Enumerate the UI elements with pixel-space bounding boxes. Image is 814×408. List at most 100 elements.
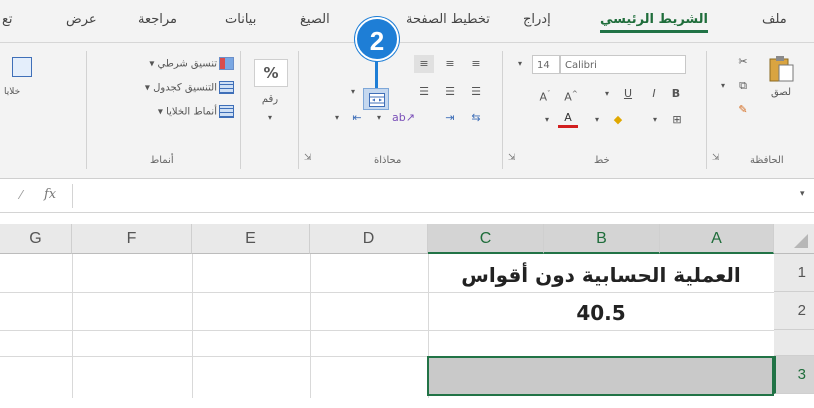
tab-formulas[interactable]: الصيغ <box>300 12 330 27</box>
expand-formula-bar-icon[interactable]: ▾ <box>800 189 805 199</box>
copy-dropdown-icon[interactable]: ▾ <box>716 77 730 95</box>
tab-review[interactable]: مراجعة <box>138 12 177 27</box>
formula-bar: ⁄ fx ▾ <box>0 180 814 213</box>
tab-insert[interactable]: إدراج <box>523 12 551 27</box>
gridline <box>192 254 193 408</box>
font-launcher-icon[interactable]: ⇲ <box>508 153 516 163</box>
tab-file[interactable]: ملف <box>762 12 787 27</box>
column-header-c[interactable]: C <box>428 224 544 254</box>
orientation-dropdown-icon[interactable]: ▾ <box>372 109 386 127</box>
merge-center-icon <box>369 93 385 107</box>
font-color-dropdown-icon[interactable]: ▾ <box>540 111 554 129</box>
row-header-2[interactable]: 2 <box>774 292 814 330</box>
group-divider <box>706 51 707 169</box>
font-group-label: خط <box>594 155 610 166</box>
conditional-formatting-label: تنسيق شرطي <box>157 58 217 70</box>
align-top-icon[interactable]: ≡ <box>466 55 486 73</box>
formula-input[interactable] <box>74 184 794 208</box>
alignment-launcher-icon[interactable]: ⇲ <box>304 153 312 163</box>
row-header-1[interactable]: 1 <box>774 254 814 292</box>
italic-button[interactable]: I <box>646 85 662 103</box>
merge-center-button[interactable] <box>363 88 389 110</box>
paste-icon <box>769 56 794 82</box>
gridline <box>310 254 311 408</box>
bold-button[interactable]: B <box>668 85 684 103</box>
decrease-indent-icon[interactable]: ⇤ <box>346 109 368 127</box>
fill-color-icon[interactable]: ◆ <box>608 111 628 129</box>
clipboard-group-label: الحافظة <box>750 155 784 166</box>
merged-cell-a1-c1[interactable]: العملية الحسابية دون أقواس <box>428 256 774 294</box>
decrease-font-icon[interactable]: Aˇ <box>534 85 556 107</box>
align-middle-icon[interactable]: ≡ <box>440 55 460 73</box>
align-right-icon[interactable]: ☰ <box>466 83 486 101</box>
number-format-label[interactable]: رقم <box>254 91 286 109</box>
font-name-value: Calibri <box>565 60 597 71</box>
cell-styles-icon <box>219 105 234 118</box>
ribbon-tab-bar: ملف الشريط الرئيسي إدراج تخطيط الصفحة ال… <box>0 0 814 43</box>
tab-page-layout[interactable]: تخطيط الصفحة <box>406 12 490 27</box>
group-divider <box>502 51 503 169</box>
cells-label[interactable]: خلايا <box>4 87 20 97</box>
column-header-f[interactable]: F <box>72 224 192 254</box>
align-bottom-icon[interactable]: ≡ <box>414 55 434 73</box>
column-header-a[interactable]: A <box>660 224 774 254</box>
borders-icon[interactable]: ⊞ <box>668 111 686 129</box>
ribbon: لصق ✂ ⧉ ✎ ▾ الحافظة ⇲ Calibri 14 ▾ B I U… <box>0 43 814 179</box>
font-name-field[interactable]: Calibri <box>560 55 686 74</box>
group-divider <box>298 51 299 169</box>
format-as-table-button[interactable]: التنسيق كجدول ▾ <box>98 81 234 94</box>
insert-function-icon[interactable]: fx <box>44 187 56 202</box>
align-left-icon[interactable]: ☰ <box>414 83 434 101</box>
step-callout-badge: 2 <box>355 17 399 61</box>
percent-style-button[interactable]: % <box>254 59 288 87</box>
row-header-3[interactable]: 3 <box>774 356 814 394</box>
conditional-formatting-icon <box>219 57 234 70</box>
cut-icon[interactable]: ✂ <box>733 53 753 71</box>
orientation-icon[interactable]: ab↗ <box>392 109 415 127</box>
conditional-formatting-button[interactable]: تنسيق شرطي ▾ <box>98 57 234 70</box>
number-dropdown-icon[interactable]: ▾ <box>260 109 280 127</box>
tab-home[interactable]: الشريط الرئيسي <box>600 12 708 33</box>
tab-view[interactable]: عرض <box>66 12 97 27</box>
paste-label: لصق <box>770 87 792 98</box>
alignment-group-label: محاذاة <box>374 155 402 166</box>
styles-group-label: أنماط <box>150 155 174 166</box>
borders-dropdown-icon[interactable]: ▾ <box>648 111 662 129</box>
tab-data[interactable]: بيانات <box>225 12 256 27</box>
formula-bar-divider <box>72 184 73 208</box>
insert-cells-icon[interactable] <box>12 57 32 77</box>
fill-color-dropdown-icon[interactable]: ▾ <box>590 111 604 129</box>
copy-icon[interactable]: ⧉ <box>733 77 753 95</box>
underline-dropdown-icon[interactable]: ▾ <box>600 85 614 103</box>
format-as-table-icon <box>219 81 234 94</box>
cell-styles-button[interactable]: أنماط الخلايا ▾ <box>98 105 234 118</box>
clipboard-launcher-icon[interactable]: ⇲ <box>712 153 720 163</box>
column-header-e[interactable]: E <box>192 224 310 254</box>
indent-icon[interactable]: ⇥ <box>440 109 460 127</box>
select-all-button[interactable] <box>774 224 814 254</box>
font-size-dropdown-icon[interactable]: ▾ <box>512 55 528 73</box>
merged-cell-a2-c2[interactable]: 40.5 <box>428 294 774 332</box>
row-header-spacer <box>774 330 814 356</box>
paste-button[interactable]: لصق <box>757 53 805 109</box>
callout-pointer <box>375 60 378 88</box>
align-center-icon[interactable]: ☰ <box>440 83 460 101</box>
wrap-text-icon[interactable]: ⇆ <box>466 109 486 127</box>
format-as-table-label: التنسيق كجدول <box>153 82 217 94</box>
column-header-d[interactable]: D <box>310 224 428 254</box>
cell-styles-label: أنماط الخلايا <box>166 106 217 118</box>
alignment-dropdown-icon[interactable]: ▾ <box>330 109 344 127</box>
selected-range-a3-c3[interactable] <box>427 356 774 396</box>
format-painter-icon[interactable]: ✎ <box>733 101 753 119</box>
group-divider <box>86 51 87 169</box>
tab-more[interactable]: تع <box>2 12 13 27</box>
font-size-value: 14 <box>537 60 550 71</box>
font-size-field[interactable]: 14 <box>532 55 560 74</box>
increase-font-icon[interactable]: A^ <box>560 85 582 107</box>
merge-center-dropdown-icon[interactable]: ▾ <box>346 83 360 101</box>
column-header-b[interactable]: B <box>544 224 660 254</box>
column-header-g[interactable]: G <box>0 224 72 254</box>
underline-button[interactable]: U <box>620 85 636 103</box>
font-color-icon[interactable]: A <box>558 111 578 128</box>
formula-bar-handle-icon: ⁄ <box>20 188 23 202</box>
